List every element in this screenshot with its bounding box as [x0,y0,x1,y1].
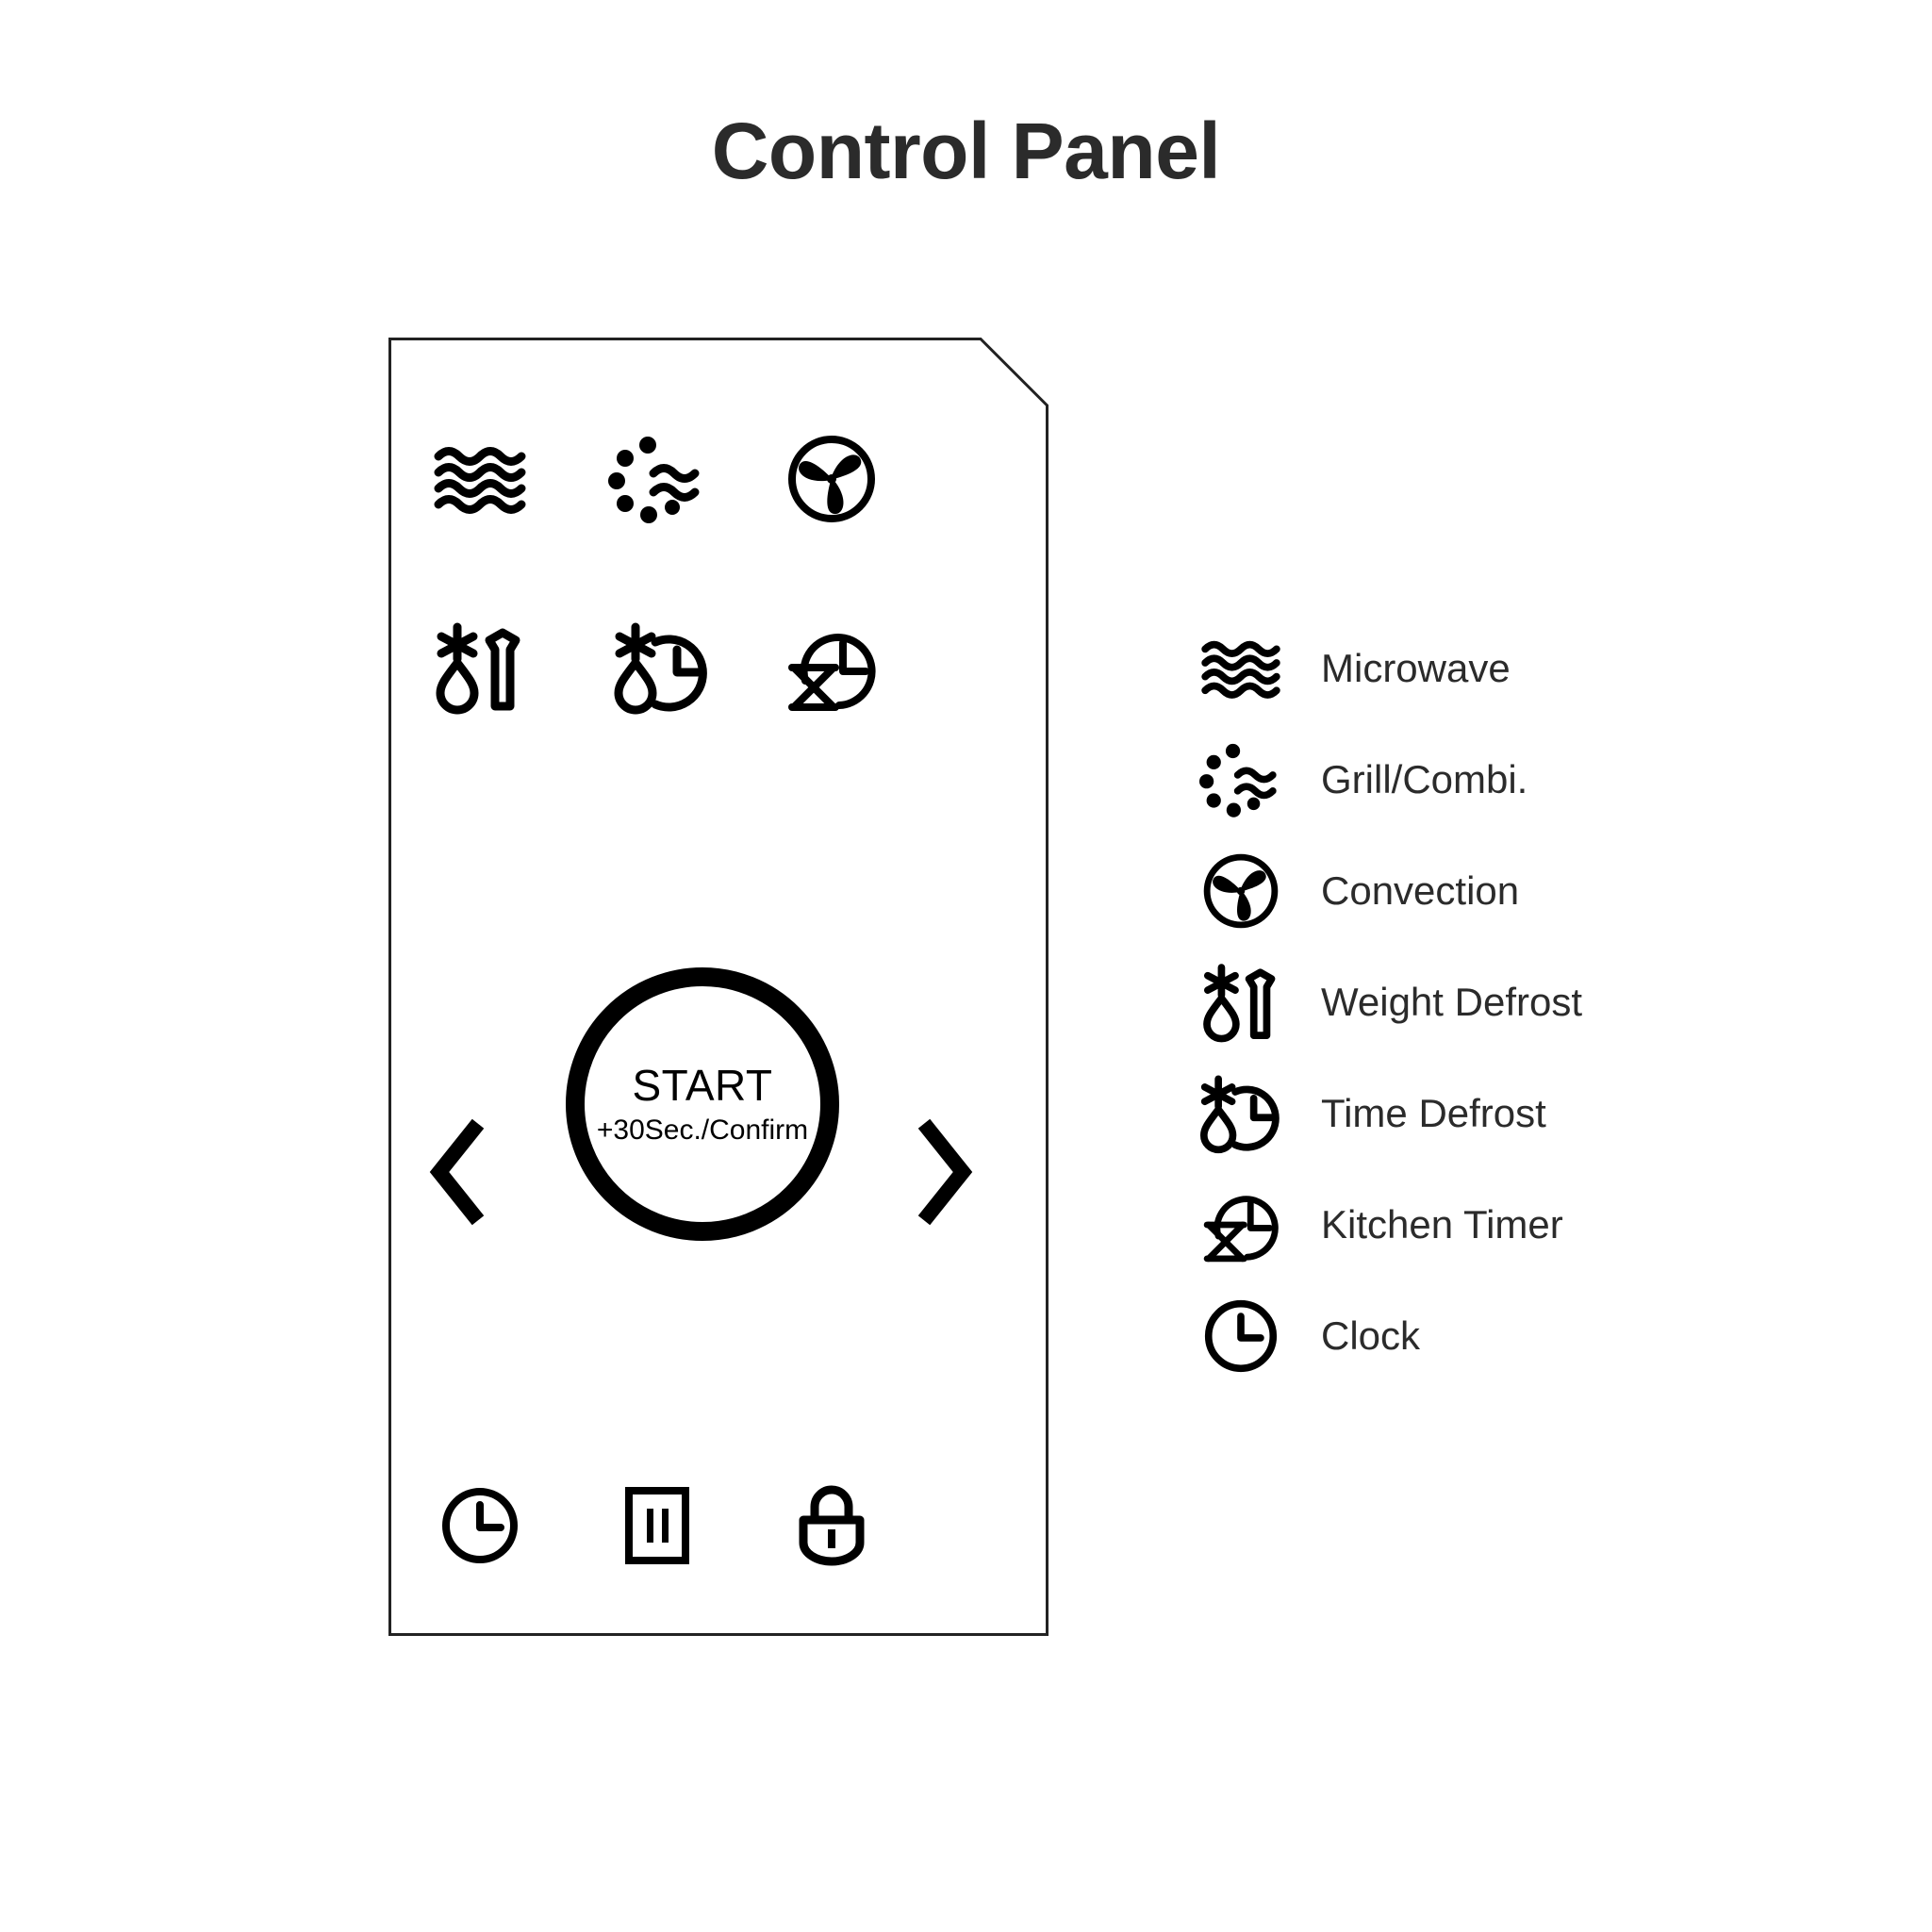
legend-label: Weight Defrost [1321,980,1582,1024]
grill-combi-icon [1199,739,1281,820]
microwave-waves-icon [1200,628,1281,709]
lock-icon [795,1484,868,1567]
chevron-right-icon[interactable] [912,1118,978,1226]
legend-item-convection: Convection [1200,835,1860,947]
legend-label: Clock [1321,1313,1421,1358]
legend-item-time-defrost: Time Defrost [1199,1058,1860,1169]
panel-button-weight-defrost[interactable] [423,617,537,718]
chevron-left-icon[interactable] [424,1118,490,1226]
weight-defrost-icon [1200,962,1281,1043]
convection-fan-icon [786,434,877,524]
legend-label: Kitchen Timer [1321,1202,1563,1247]
kitchen-timer-icon [784,622,879,713]
panel-button-microwave[interactable] [423,432,537,526]
page-title: Control Panel [711,107,1221,195]
microwave-control-panel: START +30Sec./Confirm [388,338,1049,1636]
legend-item-clock: Clock [1200,1280,1860,1392]
clock-icon [440,1486,520,1565]
panel-button-kitchen-timer[interactable] [775,617,888,718]
clock-icon [1200,1296,1281,1377]
legend-label: Time Defrost [1321,1091,1546,1135]
start-button-label: START [632,1061,773,1110]
panel-button-grill-combi[interactable] [601,428,714,530]
start-button[interactable]: START +30Sec./Confirm [566,967,839,1241]
panel-button-pause[interactable] [601,1478,714,1573]
legend-label: Grill/Combi. [1321,757,1528,801]
convection-fan-icon [1200,850,1281,932]
control-panel-diagram: Control Panel START +30Sec./Confirm Micr… [0,0,1932,1932]
legend-label: Microwave [1321,646,1511,690]
kitchen-timer-icon [1200,1184,1281,1265]
legend-item-grill-combi: Grill/Combi. [1199,724,1860,835]
legend-item-microwave: Microwave [1200,613,1860,724]
microwave-waves-icon [433,445,527,514]
legend-label: Convection [1321,868,1520,913]
time-defrost-icon [1199,1073,1281,1154]
panel-button-lock[interactable] [775,1478,888,1573]
legend-item-weight-defrost: Weight Defrost [1200,947,1860,1058]
grill-combi-icon [608,434,706,524]
panel-button-convection[interactable] [775,428,888,530]
start-button-sublabel: +30Sec./Confirm [596,1115,809,1146]
panel-button-clock[interactable] [423,1478,537,1573]
panel-button-time-defrost[interactable] [601,617,723,718]
weight-defrost-icon [433,621,527,715]
legend: Microwave Grill/Combi. Convection Weight… [1199,613,1860,1392]
legend-item-kitchen-timer: Kitchen Timer [1200,1169,1860,1280]
time-defrost-icon [611,621,713,715]
pause-icon [624,1486,690,1565]
